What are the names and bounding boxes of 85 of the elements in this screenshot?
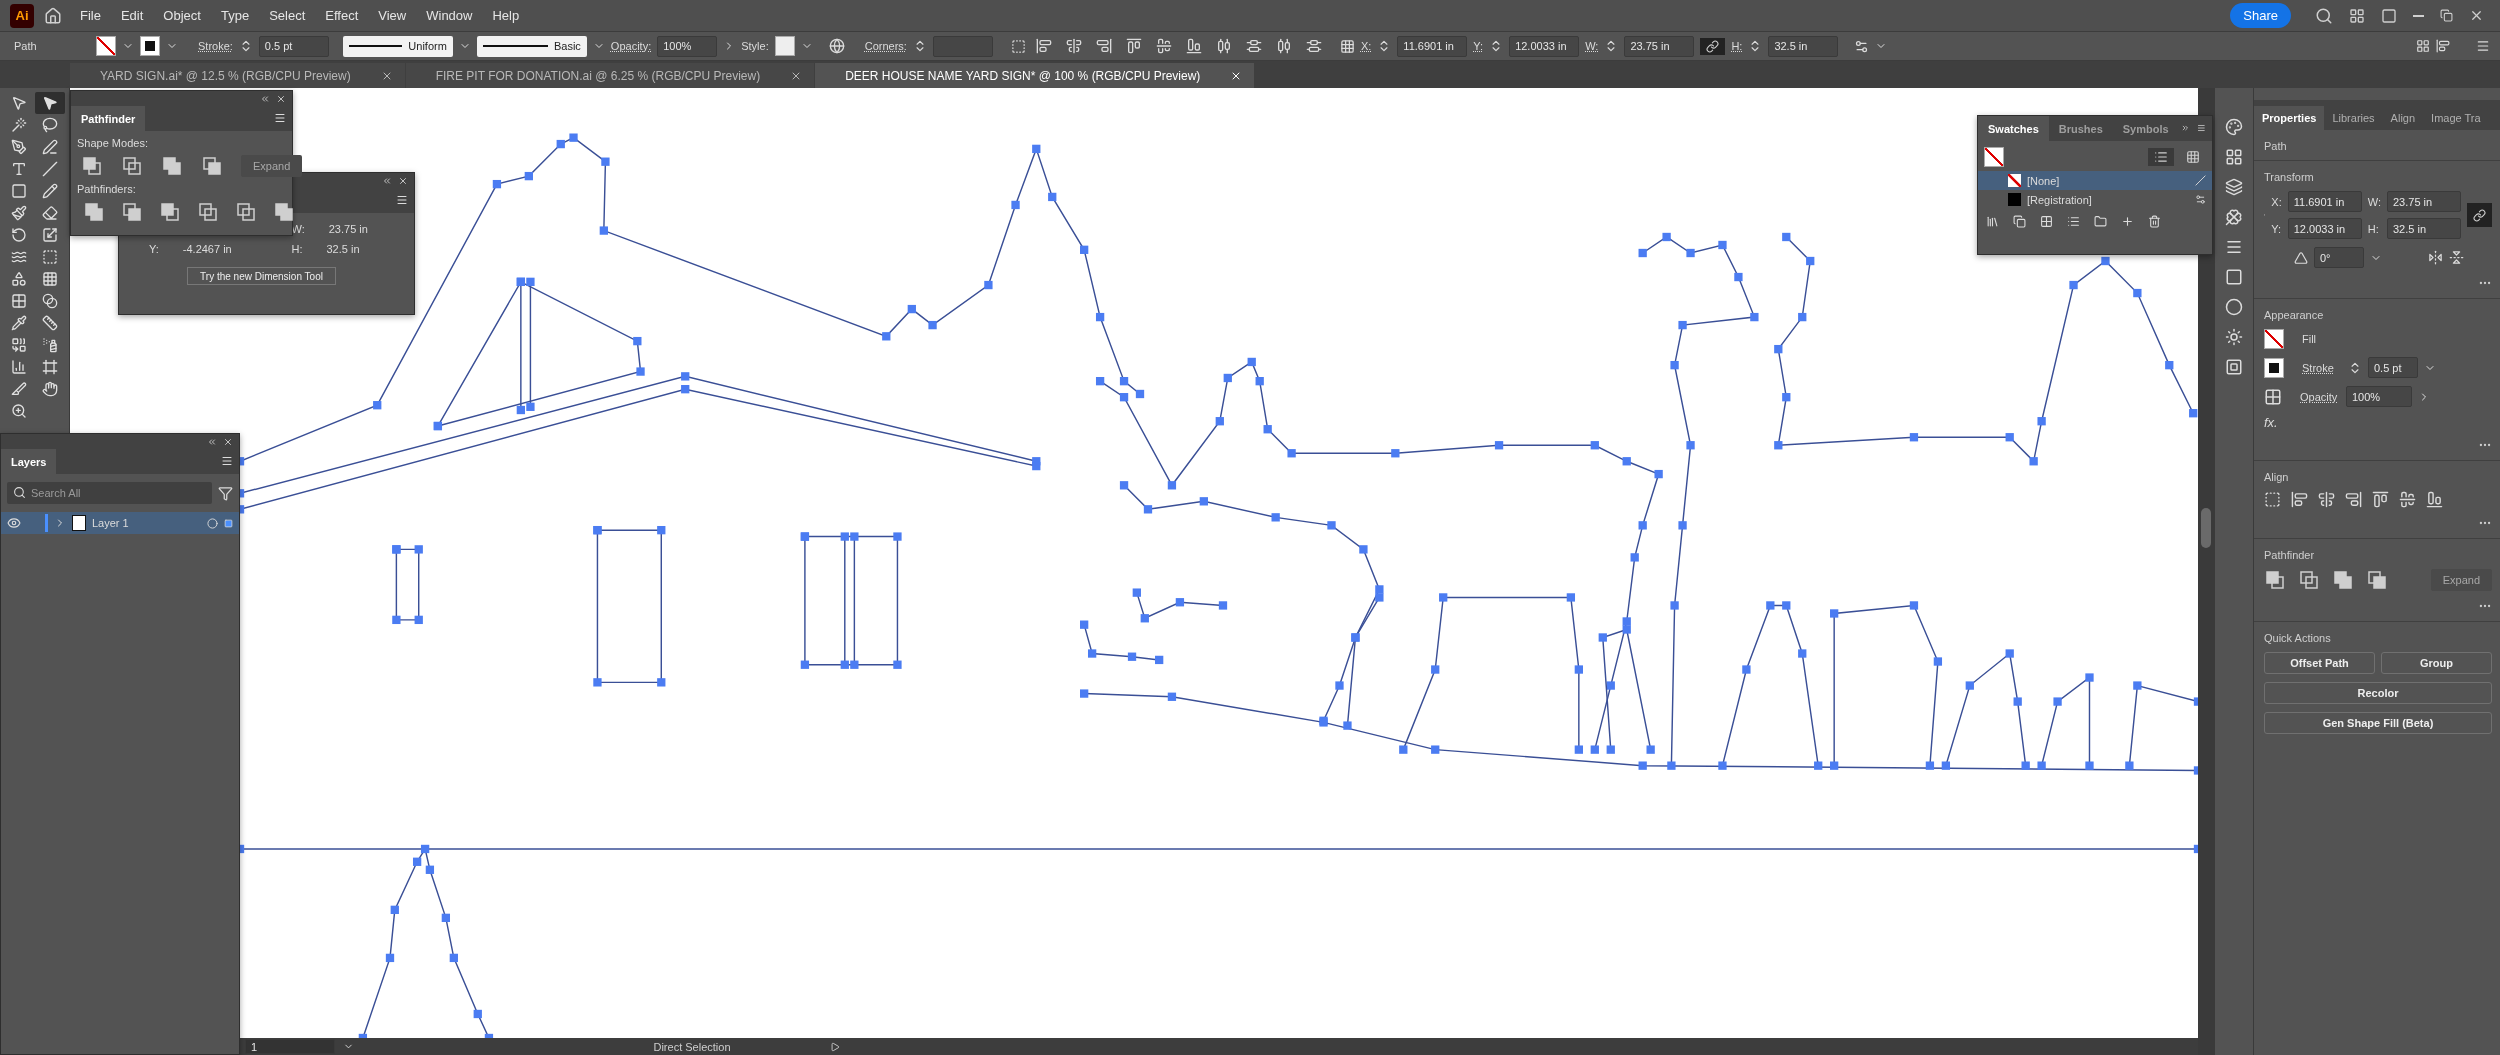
quick-action-button[interactable]: Recolor (2264, 682, 2492, 704)
stroke-label: Stroke: (198, 40, 233, 52)
menu-item[interactable]: View (370, 5, 415, 26)
width-field[interactable]: 23.75 in (2387, 191, 2461, 212)
dimension-tool-button[interactable]: Try the new Dimension Tool (187, 267, 336, 285)
x-field[interactable]: 11.6901 in (2287, 191, 2362, 212)
rotate-angle-field[interactable]: 0° (2314, 247, 2364, 268)
menu-item[interactable]: File (72, 5, 109, 26)
panel-tab[interactable]: Symbols (2112, 116, 2179, 141)
y-value: -4.2467 in (182, 243, 232, 255)
w-label: W: (1585, 40, 1599, 52)
swatch-name: [Registration] (2027, 193, 2092, 206)
style-label: Style: (741, 40, 769, 52)
document-tab-title: DEER HOUSE NAME YARD SIGN* @ 100 % (RGB/CPU Preview) (845, 68, 1201, 83)
layer-name: Layer 1 (92, 517, 129, 529)
shape-modes-label: Shape Modes: (77, 137, 149, 149)
h-label: H: (291, 243, 303, 255)
effects-button[interactable]: fx. (2264, 415, 2492, 430)
w-label: W: (2367, 195, 2381, 208)
swatch-row[interactable]: [Registration] (1978, 190, 2212, 209)
swatch-row[interactable]: [None] (1978, 171, 2212, 190)
menu-item[interactable]: Select (261, 5, 314, 26)
layers-search-field[interactable]: Search All (7, 482, 212, 504)
panel-tab[interactable]: Image Tra (2423, 106, 2489, 130)
menu-item[interactable]: Window (418, 5, 481, 26)
pathfinders-label: Pathfinders: (77, 183, 137, 195)
y-label: Y: (1473, 40, 1484, 52)
y-label: Y: (2271, 222, 2282, 235)
quick-action-button[interactable]: Group (2381, 652, 2492, 674)
menu-item[interactable]: Type (212, 5, 258, 26)
panel-tab[interactable]: Layers (1, 449, 57, 474)
panel-tab[interactable]: Properties (2254, 106, 2325, 130)
quick-action-button[interactable]: Gen Shape Fill (Beta) (2264, 712, 2492, 734)
panel-tab[interactable]: Swatches (1978, 116, 2049, 141)
share-button[interactable]: Share (2230, 3, 2291, 28)
current-tool-label: Direct Selection (652, 1040, 732, 1053)
section-title: Quick Actions (2264, 632, 2332, 644)
object-type-label: Path (2264, 140, 2288, 152)
opacity-field[interactable]: 100% (2346, 386, 2412, 407)
layer-row[interactable]: Layer 1 (1, 512, 239, 534)
height-field[interactable]: 32.5 in (2387, 218, 2461, 239)
document-tab[interactable]: YARD SIGN.ai* @ 12.5 % (RGB/CPU Preview) (70, 63, 405, 88)
menu-item[interactable]: Effect (317, 5, 367, 26)
variable-width-dropdown[interactable]: Uniform (342, 35, 453, 57)
document-tab[interactable]: DEER HOUSE NAME YARD SIGN* @ 100 % (RGB/CPU Preview) (815, 63, 1255, 88)
stroke-label: Stroke (2302, 361, 2335, 374)
x-label: X: (2271, 195, 2282, 208)
section-title: Align (2264, 471, 2290, 483)
section-title: Transform (2264, 171, 2315, 183)
panel-tab[interactable]: Libraries (2324, 106, 2383, 130)
h-label: H: (1731, 40, 1743, 52)
stroke-weight-field[interactable]: 0.5 pt (2368, 357, 2418, 378)
quick-action-button[interactable]: Offset Path (2264, 652, 2375, 674)
selection-type-label: Path (13, 40, 38, 52)
menu-item[interactable]: Object (155, 5, 209, 26)
section-title: Pathfinder (2264, 549, 2316, 561)
x-field[interactable]: 11.6901 in (1397, 35, 1468, 57)
swatch-name: [None] (2027, 174, 2060, 187)
document-tab[interactable]: FIRE PIT FOR DONATION.ai @ 6.25 % (RGB/CPU Preview) (405, 63, 815, 88)
document-tab-title: YARD SIGN.ai* @ 12.5 % (RGB/CPU Preview) (100, 68, 351, 83)
opacity-field[interactable]: 100% (657, 35, 718, 57)
app-logo: Ai (10, 3, 34, 28)
document-tab-title: FIRE PIT FOR DONATION.ai @ 6.25 % (RGB/CPU Preview) (435, 68, 761, 83)
height-field[interactable]: 32.5 in (1768, 35, 1839, 57)
stroke-weight-field[interactable]: 0.5 pt (258, 35, 329, 57)
y-field[interactable]: 12.0033 in (2287, 218, 2362, 239)
fill-label: Fill (2302, 333, 2317, 345)
width-value: 23.75 in (328, 223, 368, 235)
x-label: X: (1360, 40, 1372, 52)
panel-tab[interactable]: Align (2382, 106, 2424, 130)
height-value: 32.5 in (326, 243, 360, 255)
menu-item[interactable]: Edit (112, 5, 152, 26)
panel-tab[interactable]: Brushes (2048, 116, 2113, 141)
brush-dropdown[interactable]: Basic (476, 35, 587, 57)
width-field[interactable]: 23.75 in (1624, 35, 1695, 57)
artboard-field[interactable]: 1 (245, 1039, 335, 1054)
panel-tab[interactable]: Pathfinder (71, 106, 146, 131)
h-label: H: (2367, 222, 2380, 235)
opacity-label: Opacity: (610, 40, 652, 52)
corners-label: Corners: (864, 40, 907, 52)
opacity-label: Opacity (2300, 390, 2339, 403)
section-title: Appearance (2264, 309, 2325, 321)
y-field[interactable]: 12.0033 in (1509, 35, 1580, 57)
y-label: Y: (149, 243, 159, 255)
menu-item[interactable]: Help (484, 5, 528, 26)
